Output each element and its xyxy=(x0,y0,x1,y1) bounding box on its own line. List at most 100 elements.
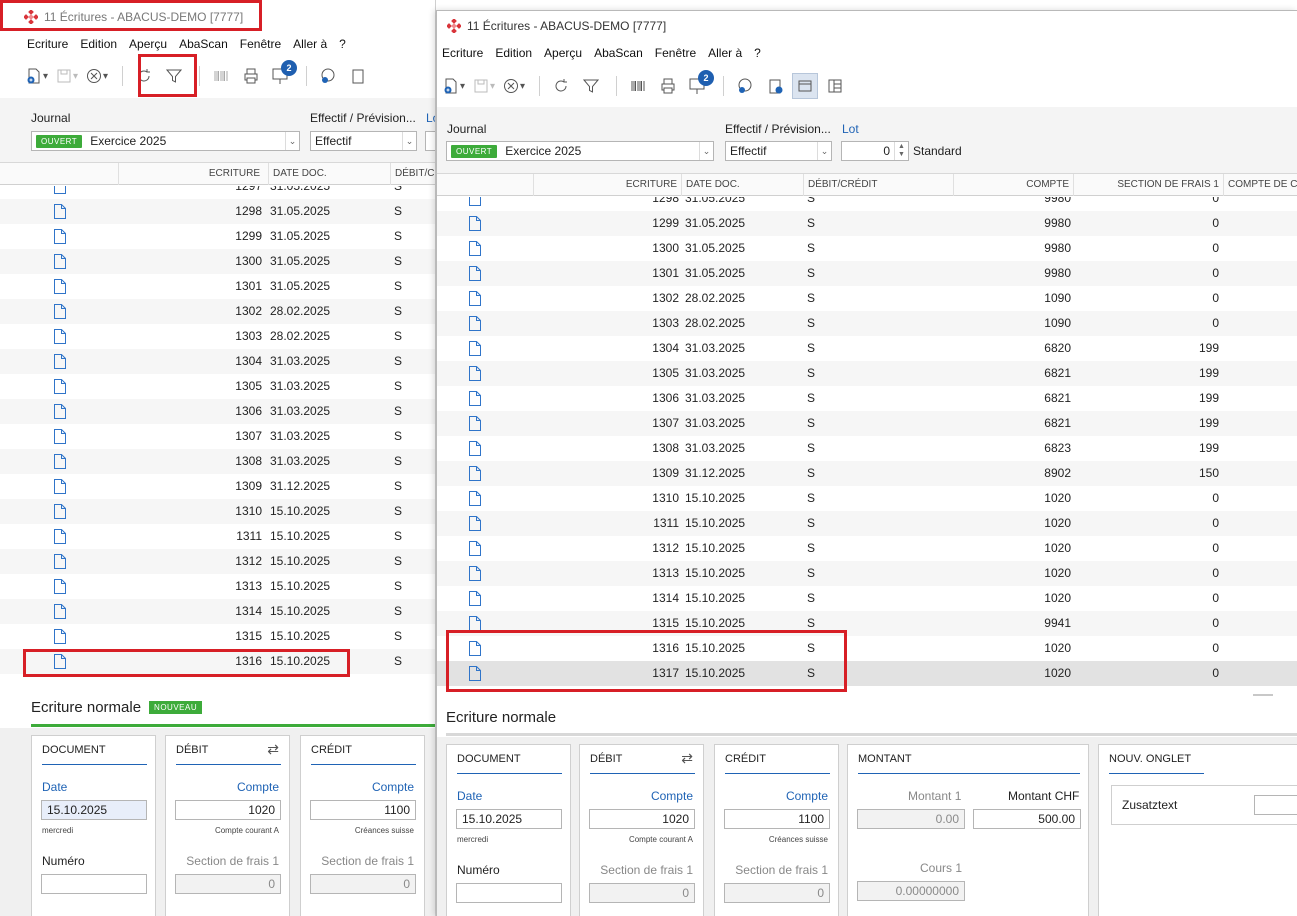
credit-compte-field[interactable]: 1100 xyxy=(310,800,416,820)
date-field[interactable]: 15.10.2025 xyxy=(456,809,562,829)
menu-edition[interactable]: Edition xyxy=(80,37,117,51)
zusatz-field[interactable] xyxy=(1254,795,1297,815)
table-row[interactable]: 1306 31.03.2025 S xyxy=(0,399,435,424)
table-row[interactable]: 1298 31.05.2025 S xyxy=(0,199,435,224)
table-row[interactable]: 1299 31.05.2025 S xyxy=(0,224,435,249)
cancel-button[interactable]: ▾ xyxy=(501,73,527,99)
save-button[interactable]: ▾ xyxy=(54,63,80,89)
lot-stepper[interactable]: 0 ▲ ▼ xyxy=(841,141,909,161)
menu-aller-a[interactable]: Aller à xyxy=(293,37,327,51)
chat-button[interactable] xyxy=(315,63,341,89)
table-row[interactable]: 1315 15.10.2025 S xyxy=(0,624,435,649)
menu-help[interactable]: ? xyxy=(339,37,346,51)
menu-edition[interactable]: Edition xyxy=(495,46,532,60)
menu-fenetre[interactable]: Fenêtre xyxy=(655,46,696,60)
table-row[interactable]: 1306 31.03.2025 S 6821 199 xyxy=(437,386,1297,411)
table-row[interactable]: 1314 15.10.2025 S xyxy=(0,599,435,624)
chat-button[interactable] xyxy=(732,73,758,99)
debit-compte-field[interactable]: 1020 xyxy=(589,809,695,829)
table-row[interactable]: 1313 15.10.2025 S xyxy=(0,574,435,599)
barcode-button[interactable] xyxy=(625,73,651,99)
print-button[interactable] xyxy=(655,73,681,99)
menu-fenetre[interactable]: Fenêtre xyxy=(240,37,281,51)
effectif-select[interactable]: Effectif ⌄ xyxy=(725,141,832,161)
refresh-button[interactable] xyxy=(548,73,574,99)
table-row[interactable]: 1314 15.10.2025 S 1020 0 xyxy=(437,586,1297,611)
swap-icon[interactable]: ⇄ xyxy=(681,750,693,767)
table-row[interactable]: 1307 31.03.2025 S 6821 199 xyxy=(437,411,1297,436)
new-document-button[interactable]: ▾ xyxy=(441,73,467,99)
date-field[interactable]: 15.10.2025 xyxy=(41,800,147,820)
col-header-compte-c[interactable]: COMPTE DE C xyxy=(1223,174,1297,196)
col-header-debit-credit[interactable]: DÉBIT/CI xyxy=(390,163,435,185)
credit-section-field[interactable]: 0 xyxy=(724,883,830,903)
table-row[interactable]: 1309 31.12.2025 S xyxy=(0,474,435,499)
credit-compte-field[interactable]: 1100 xyxy=(724,809,830,829)
journal-select[interactable]: OUVERT Exercice 2025 ⌄ xyxy=(446,141,714,161)
montant-chf-field[interactable]: 500.00 xyxy=(973,809,1081,829)
barcode-button[interactable] xyxy=(208,63,234,89)
menu-abascan[interactable]: AbaScan xyxy=(179,37,228,51)
table-row[interactable]: 1297 31.05.2025 S xyxy=(0,186,435,199)
notifications-button[interactable]: 2 xyxy=(268,60,297,89)
table-row[interactable]: 1300 31.05.2025 S 9980 0 xyxy=(437,236,1297,261)
col-header-ecriture[interactable]: ECRITURE xyxy=(118,163,264,185)
table-row[interactable]: 1299 31.05.2025 S 9980 0 xyxy=(437,211,1297,236)
menu-ecriture[interactable]: Ecriture xyxy=(27,37,68,51)
clipboard-add-button[interactable] xyxy=(762,73,788,99)
table-row[interactable]: 1311 15.10.2025 S 1020 0 xyxy=(437,511,1297,536)
cancel-button[interactable]: ▾ xyxy=(84,63,110,89)
menu-ecriture[interactable]: Ecriture xyxy=(442,46,483,60)
effectif-select[interactable]: Effectif ⌄ xyxy=(310,131,417,151)
col-header-ecriture[interactable]: ECRITURE xyxy=(533,174,681,196)
col-header-date[interactable]: DATE DOC. xyxy=(268,163,390,185)
clipboard-button[interactable] xyxy=(345,63,371,89)
table-row[interactable]: 1311 15.10.2025 S xyxy=(0,524,435,549)
menu-apercu[interactable]: Aperçu xyxy=(129,37,167,51)
save-button[interactable]: ▾ xyxy=(471,73,497,99)
new-document-button[interactable]: ▾ xyxy=(24,63,50,89)
montant1-field[interactable]: 0.00 xyxy=(857,809,965,829)
print-button[interactable] xyxy=(238,63,264,89)
table-row[interactable]: 1310 15.10.2025 S 1020 0 xyxy=(437,486,1297,511)
table-row[interactable]: 1302 28.02.2025 S 1090 0 xyxy=(437,286,1297,311)
table-row[interactable]: 1305 31.03.2025 S xyxy=(0,374,435,399)
menu-apercu[interactable]: Aperçu xyxy=(544,46,582,60)
table-row[interactable]: 1304 31.03.2025 S xyxy=(0,349,435,374)
table-row[interactable]: 1302 28.02.2025 S xyxy=(0,299,435,324)
table-row[interactable]: 1308 31.03.2025 S xyxy=(0,449,435,474)
table-row[interactable]: 1316 15.10.2025 S xyxy=(0,649,435,674)
col-header-date[interactable]: DATE DOC. xyxy=(681,174,803,196)
menu-aller-a[interactable]: Aller à xyxy=(708,46,742,60)
table-row[interactable]: 1301 31.05.2025 S 9980 0 xyxy=(437,261,1297,286)
table-row[interactable]: 1312 15.10.2025 S xyxy=(0,549,435,574)
table-row[interactable]: 1303 28.02.2025 S 1090 0 xyxy=(437,311,1297,336)
credit-section-field[interactable]: 0 xyxy=(310,874,416,894)
refresh-button[interactable] xyxy=(131,63,157,89)
numero-field[interactable] xyxy=(41,874,147,894)
menu-help[interactable]: ? xyxy=(754,46,761,60)
journal-select[interactable]: OUVERT Exercice 2025 ⌄ xyxy=(31,131,300,151)
menu-abascan[interactable]: AbaScan xyxy=(594,46,643,60)
spinner-arrows-icon[interactable]: ▲ ▼ xyxy=(894,142,908,160)
col-header-section-frais[interactable]: SECTION DE FRAIS 1 xyxy=(1073,174,1223,196)
numero-field[interactable] xyxy=(456,883,562,903)
filter-button[interactable] xyxy=(578,73,604,99)
lot-input[interactable] xyxy=(425,131,435,151)
table-row[interactable]: 1317 15.10.2025 S 1020 0 xyxy=(437,661,1297,686)
cours-field[interactable]: 0.00000000 xyxy=(857,881,965,901)
col-header-debit-credit[interactable]: DÉBIT/CRÉDIT xyxy=(803,174,953,196)
table-row[interactable]: 1308 31.03.2025 S 6823 199 xyxy=(437,436,1297,461)
table-row[interactable]: 1298 31.05.2025 S 9980 0 xyxy=(437,197,1297,211)
table-row[interactable]: 1304 31.03.2025 S 6820 199 xyxy=(437,336,1297,361)
grid-view-button[interactable] xyxy=(822,73,848,99)
table-row[interactable]: 1300 31.05.2025 S xyxy=(0,249,435,274)
table-row[interactable]: 1316 15.10.2025 S 1020 0 xyxy=(437,636,1297,661)
table-row[interactable]: 1303 28.02.2025 S xyxy=(0,324,435,349)
table-row[interactable]: 1315 15.10.2025 S 9941 0 xyxy=(437,611,1297,636)
debit-compte-field[interactable]: 1020 xyxy=(175,800,281,820)
table-row[interactable]: 1305 31.03.2025 S 6821 199 xyxy=(437,361,1297,386)
col-header-compte[interactable]: COMPTE xyxy=(953,174,1073,196)
debit-section-field[interactable]: 0 xyxy=(175,874,281,894)
table-row[interactable]: 1313 15.10.2025 S 1020 0 xyxy=(437,561,1297,586)
